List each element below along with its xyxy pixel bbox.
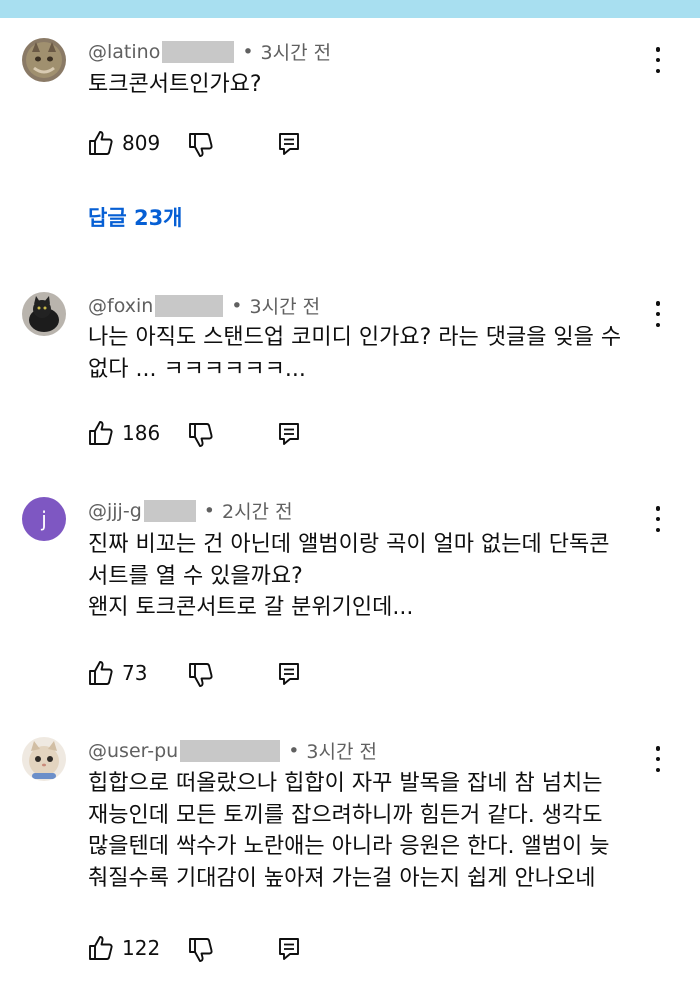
comment-meta: @user-pu • 3시간 전 [88, 737, 377, 764]
username[interactable]: @jjj-g [88, 500, 142, 522]
comment-line: 나는 아직도 스탠드업 코미디 인가요? 라는 댓글을 잊을 수 [88, 325, 622, 350]
reply-icon[interactable] [278, 937, 300, 961]
comment-meta: @foxin • 3시간 전 [88, 292, 320, 319]
comment-text: 토크콘서트인가요? [88, 69, 663, 101]
timestamp[interactable]: 3시간 전 [250, 292, 321, 319]
redaction-block [155, 294, 224, 317]
view-replies-link[interactable]: 답글 23개 [88, 202, 183, 232]
comment-actions: 73 [88, 659, 299, 687]
timestamp[interactable]: 2시간 전 [222, 497, 293, 524]
like-icon[interactable] [88, 660, 114, 686]
comment-text: 진짜 비꼬는 건 아닌데 앨범이랑 곡이 얼마 없는데 단독콘 서트를 열 수 … [88, 529, 663, 624]
dislike-icon[interactable] [188, 662, 214, 688]
redaction-block [162, 40, 235, 63]
like-count: 73 [122, 661, 148, 685]
comment-actions: 122 [88, 934, 299, 962]
black-cat-avatar [22, 292, 66, 336]
separator-dot: • [231, 294, 243, 317]
comment-line: 진짜 비꼬는 건 아닌데 앨범이랑 곡이 얼마 없는데 단독콘 [88, 532, 610, 557]
avatar[interactable] [22, 737, 66, 781]
comment-line: 힙합으로 떠올랐으나 힙합이 자꾸 발목을 잡네 참 넘치는 [88, 771, 603, 796]
username[interactable]: @user-pu [88, 740, 178, 762]
comment-line: 왠지 토크콘서트로 갈 분위기인데... [88, 595, 414, 621]
dislike-icon[interactable] [188, 132, 214, 158]
separator-dot: • [203, 499, 215, 522]
like-icon[interactable] [88, 130, 114, 156]
comment-line: 토크콘서트인가요? [88, 72, 262, 97]
comment-meta: @latino • 3시간 전 [88, 38, 331, 65]
username[interactable]: @latino [88, 41, 160, 63]
avatar[interactable]: j [22, 497, 66, 541]
reply-icon[interactable] [278, 132, 300, 156]
comment-line: 없다 ... ㅋㅋㅋㅋㅋㅋ... [88, 356, 306, 382]
like-count: 122 [122, 936, 161, 960]
dislike-icon[interactable] [188, 422, 214, 448]
like-icon[interactable] [88, 935, 114, 961]
comment-actions: 809 [88, 129, 299, 157]
comment-line: 재능인데 모든 토끼를 잡으려하니까 힘든거 같다. 생각도 [88, 802, 603, 828]
redaction-block [143, 499, 196, 522]
separator-dot: • [242, 40, 254, 63]
comment-text: 힙합으로 떠올랐으나 힙합이 자꾸 발목을 잡네 참 넘치는 재능인데 모든 토… [88, 768, 663, 895]
comment-actions: 186 [88, 419, 299, 447]
timestamp[interactable]: 3시간 전 [306, 737, 377, 764]
dislike-icon[interactable] [188, 937, 214, 963]
like-count: 809 [122, 131, 161, 155]
timestamp[interactable]: 3시간 전 [261, 38, 332, 65]
redaction-block [180, 739, 281, 762]
comment-meta: @jjj-g • 2시간 전 [88, 497, 293, 524]
comment-line: 춰질수록 기대감이 높아져 가는걸 아는지 쉽게 안나오네 [88, 866, 596, 892]
top-bar [0, 0, 700, 18]
reply-icon[interactable] [278, 422, 300, 446]
cat-photo-avatar [22, 38, 66, 82]
comment-line: 많을텐데 싹수가 노란애는 아니라 응원은 한다. 앨범이 늦 [88, 834, 610, 860]
avatar-letter: j [41, 507, 47, 531]
reply-icon[interactable] [278, 662, 300, 686]
comment-text: 나는 아직도 스탠드업 코미디 인가요? 라는 댓글을 잊을 수 없다 ... … [88, 322, 663, 385]
avatar[interactable] [22, 38, 66, 82]
like-count: 186 [122, 421, 161, 445]
username[interactable]: @foxin [88, 295, 153, 317]
comment-line: 서트를 열 수 있을까요? [88, 563, 303, 589]
avatar[interactable] [22, 292, 66, 336]
like-icon[interactable] [88, 420, 114, 446]
separator-dot: • [288, 739, 300, 762]
cat-face-avatar [22, 737, 66, 781]
